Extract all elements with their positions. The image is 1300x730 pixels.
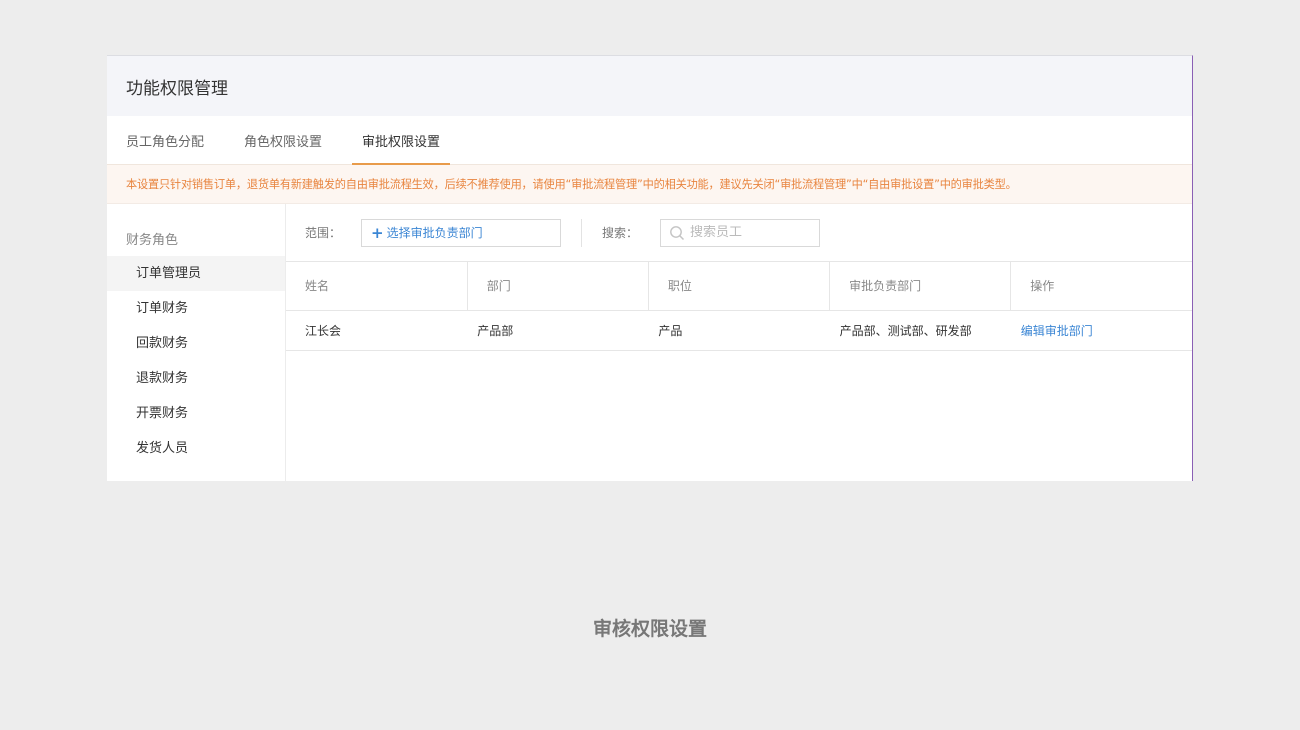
select-approval-dept-button[interactable]: + 选择审批负责部门 [361,218,562,247]
cell-approval-depts: 产品部、测试部、研发部 [829,310,1011,351]
content-area: 范围： + 选择审批负责部门 搜索： 姓名 [286,204,1192,481]
cell-name: 江长会 [286,310,468,351]
sidebar-item-order-finance[interactable]: 订单财务 [107,291,285,326]
tab-employee-role[interactable]: 员工角色分配 [126,116,204,164]
search-box [660,218,821,247]
notice-text: 本设置只针对销售订单，退货单有新建触发的自由审批流程生效，后续不推荐使用，请使用… [126,178,1017,191]
search-label: 搜索： [602,226,639,240]
divider [581,218,583,247]
sidebar-item-shipping-staff[interactable]: 发货人员 [107,431,285,466]
cell-dept: 产品部 [467,310,649,351]
edit-approval-dept-link[interactable]: 编辑审批部门 [1010,310,1192,351]
sidebar-group-label: 财务角色 [126,233,179,248]
search-icon [670,225,685,240]
permission-panel: 功能权限管理 员工角色分配 角色权限设置 审批权限设置 本设置只针对销售订单，退… [107,55,1193,481]
filter-bar: 范围： + 选择审批负责部门 搜索： [286,204,1192,262]
page-title: 功能权限管理 [107,56,1192,116]
cell-position: 产品 [648,310,830,351]
sidebar-item-order-admin[interactable]: 订单管理员 [107,256,285,291]
sidebar-item-invoice-finance[interactable]: 开票财务 [107,396,285,431]
tab-bar: 员工角色分配 角色权限设置 审批权限设置 [107,116,1192,165]
caption: 审核权限设置 [592,618,707,640]
plus-icon: + [371,223,384,242]
sidebar-item-payment-finance[interactable]: 回款财务 [107,326,285,361]
scope-label: 范围： [305,226,342,240]
column-header-position: 职位 [648,262,831,311]
column-header-action: 操作 [1010,262,1192,311]
table-header-row: 姓名 部门 职位 审批负责部门 操作 [286,262,1192,311]
sidebar-item-refund-finance[interactable]: 退款财务 [107,361,285,396]
tab-role-permission[interactable]: 角色权限设置 [244,116,322,164]
column-header-approval-depts: 审批负责部门 [829,262,1012,311]
page-title-text: 功能权限管理 [126,78,228,99]
table-row: 江长会 产品部 产品 产品部、测试部、研发部 编辑审批部门 [286,310,1192,351]
column-header-dept: 部门 [467,262,649,311]
notice-banner: 本设置只针对销售订单，退货单有新建触发的自由审批流程生效，后续不推荐使用，请使用… [107,165,1192,204]
main-body: 财务角色 订单管理员 订单财务 回款财务 退款财务 开票财务 发货人员 范围： … [107,204,1192,481]
approval-table: 姓名 部门 职位 审批负责部门 操作 江长会 产品部 产品 产品部、测试部、研发… [286,262,1192,351]
select-approval-dept-label: 选择审批负责部门 [386,226,483,240]
role-sidebar: 财务角色 订单管理员 订单财务 回款财务 退款财务 开票财务 发货人员 [107,204,286,481]
column-header-name: 姓名 [286,262,468,311]
tab-approval-permission[interactable]: 审批权限设置 [352,116,451,165]
search-input[interactable] [690,225,811,240]
